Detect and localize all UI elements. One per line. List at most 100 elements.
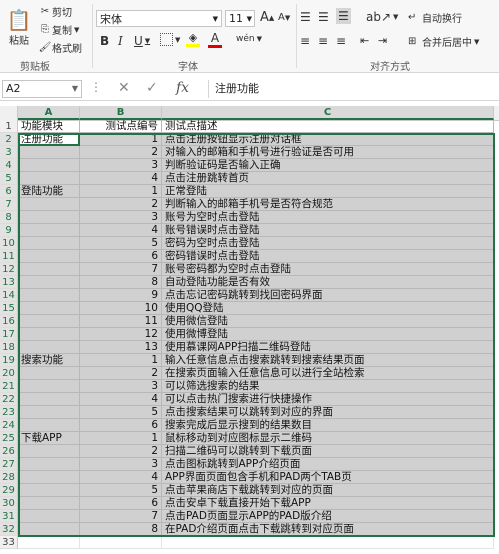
cell-b[interactable]: 1 [80, 185, 162, 198]
align-middle-button[interactable]: ☰ [318, 10, 329, 24]
cell-b[interactable]: 2 [80, 146, 162, 159]
cell-c[interactable]: APP界面页面包含手机和PAD两个TAB页 [162, 471, 494, 484]
increase-indent-button[interactable]: ⇥ [378, 34, 387, 47]
cell-a[interactable] [18, 315, 80, 328]
cell-c[interactable]: 判断输入的邮箱手机号是否符合规范 [162, 198, 494, 211]
select-all-corner[interactable] [0, 106, 18, 120]
cell-c[interactable]: 在PAD介绍页面点击下载跳转到对应页面 [162, 523, 494, 536]
column-header-a[interactable]: A [18, 106, 80, 120]
cell-a[interactable] [18, 276, 80, 289]
row-header[interactable]: 6 [0, 185, 18, 198]
row-header[interactable]: 23 [0, 406, 18, 419]
row-header[interactable]: 22 [0, 393, 18, 406]
row-header[interactable]: 19 [0, 354, 18, 367]
font-size-select[interactable]: 11 ▼ [225, 10, 255, 27]
cell-a[interactable]: 搜索功能 [18, 354, 80, 367]
row-header[interactable]: 2 [0, 133, 18, 146]
row-header[interactable]: 27 [0, 458, 18, 471]
cell-b[interactable]: 6 [80, 250, 162, 263]
row-header[interactable]: 16 [0, 315, 18, 328]
cell-a[interactable] [18, 536, 80, 549]
cell-a[interactable] [18, 159, 80, 172]
cell-b[interactable]: 5 [80, 484, 162, 497]
cell-b[interactable]: 2 [80, 445, 162, 458]
cell-b[interactable]: 7 [80, 510, 162, 523]
merge-center-button[interactable]: ⊞ 合并后居中 ▼ [408, 34, 479, 49]
row-header[interactable]: 12 [0, 263, 18, 276]
more-options-icon[interactable]: ⋮ [90, 80, 102, 94]
cell-b[interactable]: 1 [80, 432, 162, 445]
cell-c[interactable]: 搜索完成后显示搜到的结果数目 [162, 419, 494, 432]
cell-a[interactable]: 功能模块 [18, 120, 80, 133]
cell-b[interactable]: 13 [80, 341, 162, 354]
cell-b[interactable]: 3 [80, 159, 162, 172]
row-header[interactable]: 33 [0, 536, 18, 549]
row-header[interactable]: 8 [0, 211, 18, 224]
row-header[interactable]: 30 [0, 497, 18, 510]
format-painter-button[interactable]: 🖌 格式刷 [38, 40, 82, 55]
cell-a[interactable] [18, 224, 80, 237]
cell-c[interactable]: 自动登陆功能是否有效 [162, 276, 494, 289]
name-box[interactable]: A2 ▼ [2, 80, 82, 98]
cell-c[interactable]: 点击搜索结果可以跳转到对应的界面 [162, 406, 494, 419]
cell-a[interactable]: 下载APP [18, 432, 80, 445]
cell-b[interactable]: 1 [80, 133, 162, 146]
cell-a[interactable] [18, 471, 80, 484]
cell-c[interactable]: 点击安卓下载直接开始下载APP [162, 497, 494, 510]
row-header[interactable]: 29 [0, 484, 18, 497]
cell-b[interactable]: 5 [80, 406, 162, 419]
shrink-font-button[interactable]: A ▼ [278, 12, 290, 23]
cell-b[interactable]: 10 [80, 302, 162, 315]
cell-a[interactable] [18, 380, 80, 393]
cell-b[interactable]: 1 [80, 354, 162, 367]
cell-c[interactable]: 点击PAD页面显示APP的PAD版介绍 [162, 510, 494, 523]
align-left-button[interactable]: ≡ [300, 34, 310, 48]
cell-c[interactable]: 在搜索页面输入任意信息可以进行全站检索 [162, 367, 494, 380]
row-header[interactable]: 32 [0, 523, 18, 536]
cell-a[interactable] [18, 172, 80, 185]
cell-b[interactable]: 3 [80, 458, 162, 471]
cell-c[interactable]: 使用QQ登陆 [162, 302, 494, 315]
align-top-button[interactable]: ☰ [300, 10, 311, 24]
cell-a[interactable] [18, 510, 80, 523]
phonetic-button[interactable]: wén ▼ [236, 34, 262, 44]
cell-c[interactable]: 账号为空时点击登陆 [162, 211, 494, 224]
cell-c[interactable]: 点击苹果商店下载跳转到对应的页面 [162, 484, 494, 497]
cell-c[interactable]: 鼠标移动到对应图标显示二维码 [162, 432, 494, 445]
cell-a[interactable] [18, 198, 80, 211]
cut-button[interactable]: ✂ 剪切 [38, 4, 72, 19]
font-color-button[interactable]: A [208, 31, 222, 48]
row-header[interactable]: 11 [0, 250, 18, 263]
bold-button[interactable]: B [100, 34, 109, 48]
cell-c[interactable]: 判断验证码是否输入正确 [162, 159, 494, 172]
wrap-text-button[interactable]: ↵ 自动换行 [408, 10, 462, 25]
cell-b[interactable]: 3 [80, 380, 162, 393]
row-header[interactable]: 28 [0, 471, 18, 484]
enter-icon[interactable]: ✓ [146, 80, 158, 96]
cell-b[interactable]: 6 [80, 419, 162, 432]
underline-button[interactable]: U ▼ [134, 34, 150, 48]
align-center-button[interactable]: ≡ [318, 34, 328, 48]
cell-b[interactable]: 8 [80, 523, 162, 536]
cell-c[interactable] [162, 536, 494, 549]
cell-b[interactable]: 12 [80, 328, 162, 341]
cell-a[interactable] [18, 146, 80, 159]
cell-a[interactable]: 登陆功能 [18, 185, 80, 198]
row-header[interactable]: 13 [0, 276, 18, 289]
row-header[interactable]: 24 [0, 419, 18, 432]
cell-c[interactable]: 可以点击热门搜索进行快捷操作 [162, 393, 494, 406]
cell-a[interactable] [18, 497, 80, 510]
cell-a[interactable] [18, 367, 80, 380]
cell-b[interactable]: 11 [80, 315, 162, 328]
cell-a[interactable] [18, 250, 80, 263]
row-header[interactable]: 10 [0, 237, 18, 250]
cell-c[interactable]: 账号密码都为空时点击登陆 [162, 263, 494, 276]
cell-c[interactable]: 使用慕课网APP扫描二维码登陆 [162, 341, 494, 354]
cell-b[interactable]: 测试点编号 [80, 120, 162, 133]
cell-b[interactable]: 4 [80, 224, 162, 237]
row-header[interactable]: 3 [0, 146, 18, 159]
cell-c[interactable]: 正常登陆 [162, 185, 494, 198]
row-header[interactable]: 18 [0, 341, 18, 354]
cell-b[interactable] [80, 536, 162, 549]
cell-b[interactable]: 8 [80, 276, 162, 289]
